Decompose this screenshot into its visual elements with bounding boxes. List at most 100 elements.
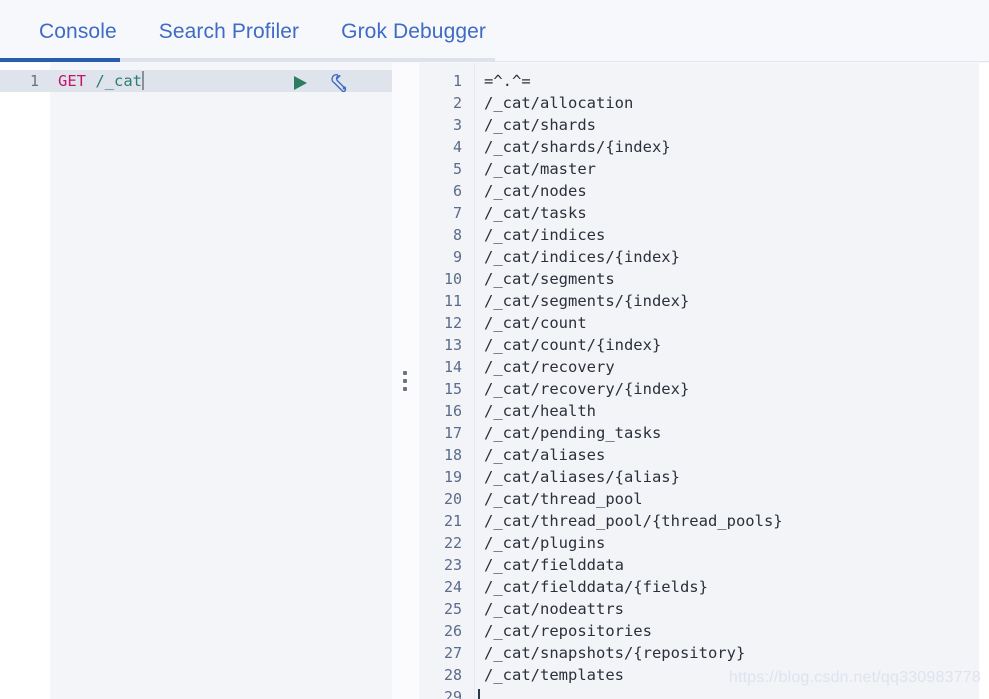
request-code-line: [58, 224, 392, 246]
drag-dot: [403, 379, 407, 383]
response-gutter-line: 14: [443, 358, 462, 376]
response-gutter-line: 2: [452, 94, 462, 112]
response-gutter-line: 11: [443, 292, 462, 310]
request-code-line: [58, 664, 392, 686]
drag-dot: [403, 371, 407, 375]
response-gutter-line: 29: [443, 688, 462, 699]
response-code-line: /_cat/segments: [484, 270, 615, 288]
request-code-line: [58, 642, 392, 664]
response-editor-code[interactable]: =^.^= /_cat/allocation /_cat/shards /_cat/s…: [474, 63, 979, 699]
response-code-line: /_cat/aliases: [484, 446, 606, 464]
request-editor[interactable]: [0, 63, 392, 699]
wrench-icon[interactable]: [328, 72, 352, 94]
request-code-line: [58, 620, 392, 642]
request-gutter-line: [0, 642, 39, 664]
response-code-line: /_cat/count/{index}: [484, 336, 662, 354]
request-code-line: [58, 378, 392, 400]
drag-handle-dots-icon[interactable]: [403, 371, 407, 391]
editor-splitter[interactable]: [392, 63, 418, 699]
request-gutter-line: [0, 312, 39, 334]
request-gutter-line: [0, 598, 39, 620]
watermark: https://blog.csdn.net/qq330983778: [728, 669, 981, 686]
response-gutter-line: 25: [443, 600, 462, 618]
request-code-line: [58, 598, 392, 620]
response-gutter-line: 19: [443, 468, 462, 486]
response-editor[interactable]: 1 2 3 4 5 6 7 8 9 10 11 12 13 14 15 16 17 18 19 20 21 22 23 24 2…: [419, 63, 979, 699]
request-gutter-line: [0, 268, 39, 290]
response-code-line: /_cat/segments/{index}: [484, 292, 690, 310]
response-editor-gutter: 1 2 3 4 5 6 7 8 9 10 11 12 13 14 15 16 17 18 19 20 21 22 23 24 2…: [419, 63, 474, 699]
response-gutter-line: 5: [452, 160, 462, 178]
response-gutter-divider: [474, 63, 475, 699]
request-gutter-line: [0, 554, 39, 576]
request-code-line: [58, 180, 392, 202]
response-code-line: /_cat/recovery/{index}: [484, 380, 690, 398]
request-gutter-line: [0, 202, 39, 224]
request-gutter-line: [0, 422, 39, 444]
request-code-line: [58, 444, 392, 466]
response-gutter-line: 28: [443, 666, 462, 684]
tab-grok-debugger-label: Grok Debugger: [341, 19, 487, 43]
response-gutter-line: 6: [452, 182, 462, 200]
drag-dot: [403, 387, 407, 391]
response-gutter-line: 10: [443, 270, 462, 288]
response-gutter-line: 4: [452, 138, 462, 156]
response-code-line: /_cat/pending_tasks: [484, 424, 662, 442]
tab-underline-active-indicator: [0, 58, 120, 62]
response-gutter-line: 15: [443, 380, 462, 398]
response-code-line: /_cat/allocation: [484, 94, 634, 112]
console-app: Console Search Profiler Grok Debugger 1 …: [0, 0, 989, 699]
request-code-line: [58, 488, 392, 510]
response-gutter-line: 26: [443, 622, 462, 640]
request-gutter-line: [0, 532, 39, 554]
request-gutter-line: [0, 114, 39, 136]
request-gutter-line: [0, 356, 39, 378]
right-filler: [979, 63, 989, 699]
response-code-line: /_cat/thread_pool/{thread_pools}: [484, 512, 783, 530]
request-editor-gutter: [0, 63, 50, 699]
request-gutter-line: [0, 92, 39, 114]
request-code-line: [58, 92, 392, 114]
request-gutter-line: [0, 334, 39, 356]
console-split-view: 1 GET /_cat 1 2 3 4 5 6 7 8 9 10 11 12 1…: [0, 63, 989, 699]
response-code-line: /_cat/plugins: [484, 534, 606, 552]
tab-console[interactable]: Console: [18, 21, 138, 42]
response-code-line: /_cat/health: [484, 402, 596, 420]
request-gutter-line: [0, 246, 39, 268]
response-code-line: /_cat/aliases/{alias}: [484, 468, 680, 486]
response-code-line: /_cat/shards: [484, 116, 596, 134]
response-code-line: /_cat/repositories: [484, 622, 652, 640]
response-gutter-line: 16: [443, 402, 462, 420]
response-editor-pane[interactable]: 1 2 3 4 5 6 7 8 9 10 11 12 13 14 15 16 17 18 19 20 21 22 23 24 2…: [418, 63, 979, 699]
request-code-line: [58, 246, 392, 268]
request-code-line: [58, 334, 392, 356]
response-code-line: /_cat/tasks: [484, 204, 587, 222]
tab-grok-debugger[interactable]: Grok Debugger: [320, 21, 507, 42]
response-gutter-line: 22: [443, 534, 462, 552]
request-code-line: [58, 290, 392, 312]
response-gutter-line: 3: [452, 116, 462, 134]
play-triangle-icon[interactable]: [288, 72, 312, 94]
request-gutter-line: [0, 620, 39, 642]
request-editor-pane[interactable]: 1 GET /_cat: [0, 63, 392, 699]
request-gutter-line: [0, 444, 39, 466]
request-code-line: [58, 114, 392, 136]
request-gutter-line: [0, 576, 39, 598]
request-gutter-line: [0, 158, 39, 180]
response-gutter-line: 24: [443, 578, 462, 596]
response-code-line: /_cat/count: [484, 314, 587, 332]
request-gutter-line: [0, 466, 39, 488]
tab-search-profiler[interactable]: Search Profiler: [138, 21, 320, 42]
request-editor-code[interactable]: [50, 63, 392, 699]
response-gutter-line: 21: [443, 512, 462, 530]
request-code-line: [58, 422, 392, 444]
tab-search-profiler-label: Search Profiler: [158, 19, 300, 43]
request-gutter-line: [0, 136, 39, 158]
response-code-line: /_cat/recovery: [484, 358, 615, 376]
request-code-line: [58, 356, 392, 378]
response-gutter-line: 1: [452, 72, 462, 90]
request-actions: [288, 72, 352, 94]
request-code-line: [58, 312, 392, 334]
response-gutter-line: 13: [443, 336, 462, 354]
request-code-line: [58, 400, 392, 422]
